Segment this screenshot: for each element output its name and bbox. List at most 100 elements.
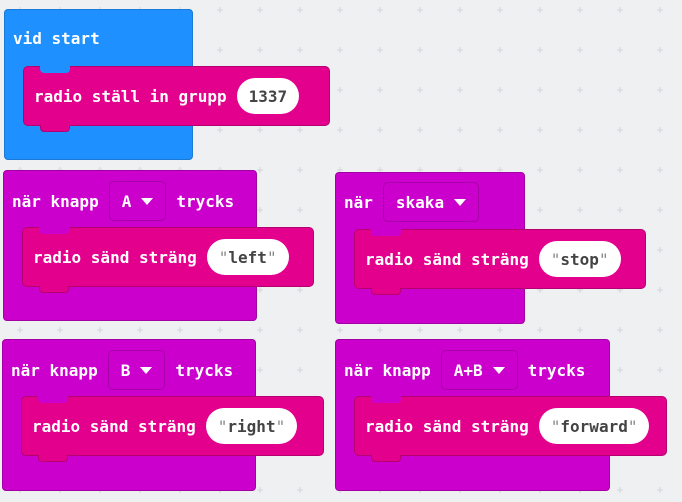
grid-cross <box>577 127 583 133</box>
grid-cross <box>417 127 423 133</box>
string-input-stop[interactable]: " stop " <box>538 241 621 277</box>
grid-cross <box>417 7 423 13</box>
grid-cross <box>17 327 23 333</box>
grid-cross <box>657 367 663 373</box>
grid-cross <box>617 487 623 493</box>
on-button-a-block[interactable]: när knapp A trycks radio sänd sträng " le… <box>3 170 314 321</box>
grid-cross <box>657 327 663 333</box>
string-value: forward <box>560 416 628 436</box>
radio-set-group-label: radio ställ in grupp <box>34 86 227 106</box>
grid-cross <box>257 287 263 293</box>
grid-cross <box>297 327 303 333</box>
caret-down-icon <box>140 366 153 374</box>
button-a-label-after: trycks <box>176 191 235 211</box>
button-ab-dropdown[interactable]: A+B <box>440 350 518 390</box>
button-b-label-after: trycks <box>175 360 234 380</box>
grid-cross <box>577 207 583 213</box>
grid-cross <box>657 7 663 13</box>
grid-cross <box>297 7 303 13</box>
button-a-dropdown[interactable]: A <box>108 181 167 221</box>
grid-cross <box>177 327 183 333</box>
grid-cross <box>337 87 343 93</box>
grid-cross <box>577 7 583 13</box>
grid-cross <box>537 87 543 93</box>
on-gesture-block[interactable]: när skaka radio sänd sträng " stop " <box>335 172 646 324</box>
grid-cross <box>617 47 623 53</box>
grid-cross <box>257 167 263 173</box>
string-input-right[interactable]: " right " <box>205 408 298 444</box>
radio-send-string-label: radio sänd sträng <box>32 416 196 436</box>
radio-send-string-stop-block[interactable]: radio sänd sträng " stop " <box>354 229 646 295</box>
button-ab-label-after: trycks <box>527 360 586 380</box>
grid-cross <box>657 87 663 93</box>
grid-cross <box>457 327 463 333</box>
gesture-label-before: när <box>344 192 373 212</box>
grid-cross <box>297 167 303 173</box>
grid-cross <box>457 47 463 53</box>
grid-cross <box>537 47 543 53</box>
button-ab-label-before: när knapp <box>344 360 431 380</box>
grid-cross <box>297 487 303 493</box>
grid-cross <box>617 87 623 93</box>
radio-send-string-label: radio sänd sträng <box>365 249 529 269</box>
grid-cross <box>137 327 143 333</box>
grid-cross <box>497 7 503 13</box>
grid-cross <box>417 327 423 333</box>
radio-send-string-label: radio sänd sträng <box>33 247 197 267</box>
grid-cross <box>617 127 623 133</box>
grid-cross <box>457 7 463 13</box>
grid-cross <box>457 87 463 93</box>
on-start-block[interactable]: vid start radio ställ in grupp 1337 <box>4 9 330 160</box>
grid-cross <box>537 167 543 173</box>
string-input-left[interactable]: " left " <box>206 239 289 275</box>
grid-cross <box>497 47 503 53</box>
grid-cross <box>217 127 223 133</box>
caret-down-icon <box>454 198 467 206</box>
grid-cross <box>217 7 223 13</box>
radio-group-number-input[interactable]: 1337 <box>236 78 300 114</box>
radio-send-string-forward-block[interactable]: radio sänd sträng " forward " <box>354 396 667 462</box>
grid-cross <box>297 207 303 213</box>
radio-send-string-left-block[interactable]: radio sänd sträng " left " <box>22 227 314 293</box>
grid-cross <box>617 7 623 13</box>
grid-cross <box>97 327 103 333</box>
grid-cross <box>457 127 463 133</box>
grid-cross <box>297 127 303 133</box>
grid-cross <box>257 127 263 133</box>
grid-cross <box>537 327 543 333</box>
button-b-label-before: när knapp <box>11 360 98 380</box>
grid-cross <box>417 47 423 53</box>
button-a-label-before: när knapp <box>12 191 99 211</box>
on-button-ab-block[interactable]: när knapp A+B trycks radio sänd sträng "… <box>335 339 667 491</box>
grid-cross <box>337 327 343 333</box>
grid-cross <box>337 7 343 13</box>
grid-cross <box>257 47 263 53</box>
grid-cross <box>577 47 583 53</box>
on-button-b-block[interactable]: när knapp B trycks radio sänd sträng " ri… <box>2 339 324 491</box>
grid-cross <box>297 47 303 53</box>
radio-send-string-label: radio sänd sträng <box>365 416 529 436</box>
grid-cross <box>257 487 263 493</box>
button-b-dropdown[interactable]: B <box>107 350 166 390</box>
grid-cross <box>57 327 63 333</box>
grid-cross <box>257 367 263 373</box>
string-value: left <box>228 247 267 267</box>
grid-cross <box>217 327 223 333</box>
radio-send-string-right-block[interactable]: radio sänd sträng " right " <box>21 396 324 462</box>
grid-cross <box>497 127 503 133</box>
grid-cross <box>297 367 303 373</box>
grid-cross <box>537 127 543 133</box>
gesture-dropdown-value: skaka <box>395 192 445 212</box>
caret-down-icon <box>141 197 154 205</box>
grid-cross <box>657 287 663 293</box>
gesture-dropdown[interactable]: skaka <box>382 182 480 222</box>
grid-cross <box>377 47 383 53</box>
grid-cross <box>257 7 263 13</box>
grid-cross <box>577 167 583 173</box>
grid-cross <box>297 287 303 293</box>
string-input-forward[interactable]: " forward " <box>538 408 650 444</box>
radio-set-group-block[interactable]: radio ställ in grupp 1337 <box>23 66 330 132</box>
button-ab-dropdown-value: A+B <box>453 360 483 380</box>
grid-cross <box>617 327 623 333</box>
grid-cross <box>337 47 343 53</box>
